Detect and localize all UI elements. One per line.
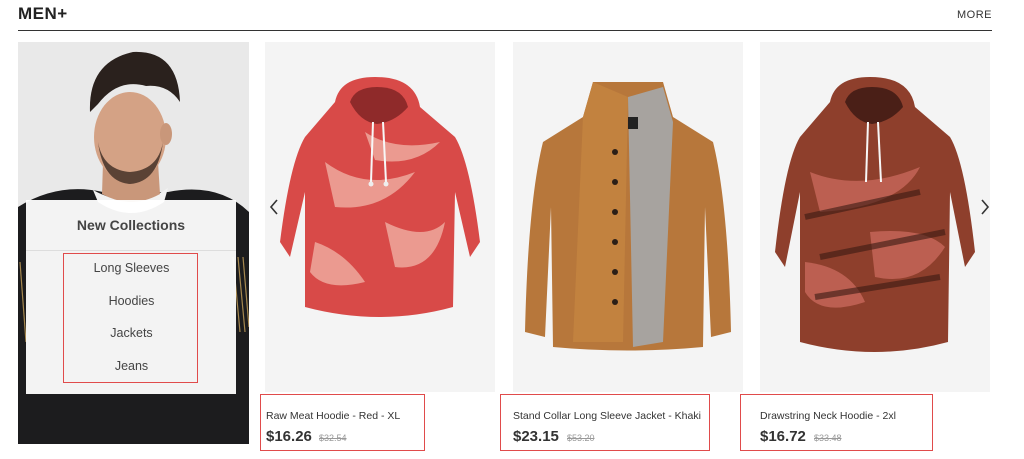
collection-link-jeans[interactable]: Jeans xyxy=(64,359,199,373)
section-title: MEN+ xyxy=(18,4,68,23)
collection-link-jackets[interactable]: Jackets xyxy=(64,326,199,340)
collections-links-box: Long Sleeves Hoodies Jackets Jeans xyxy=(63,253,198,383)
collections-panel: New Collections Long Sleeves Hoodies Jac… xyxy=(26,200,236,394)
product-price: $16.72 xyxy=(760,428,806,445)
product-image-1[interactable] xyxy=(265,42,495,392)
product-old-price: $32.54 xyxy=(319,433,347,443)
product-info-3: Drawstring Neck Hoodie - 2xl $16.72 $33.… xyxy=(740,394,933,451)
product-image-2[interactable] xyxy=(513,42,743,392)
product-name[interactable]: Raw Meat Hoodie - Red - XL xyxy=(266,410,400,422)
product-price: $16.26 xyxy=(266,428,312,445)
steak-hoodie-image xyxy=(775,77,975,352)
collections-divider xyxy=(26,250,236,251)
collection-link-long-sleeves[interactable]: Long Sleeves xyxy=(64,261,199,275)
product-name[interactable]: Drawstring Neck Hoodie - 2xl xyxy=(760,410,896,422)
product-info-2: Stand Collar Long Sleeve Jacket - Khaki … xyxy=(500,394,710,451)
product-info-1: Raw Meat Hoodie - Red - XL $16.26 $32.54 xyxy=(260,394,425,451)
chevron-left-icon xyxy=(269,199,278,215)
chevron-right-icon xyxy=(981,199,990,215)
product-old-price: $53.20 xyxy=(567,433,595,443)
carousel-prev-button[interactable] xyxy=(266,195,282,219)
product-price: $23.15 xyxy=(513,428,559,445)
collection-link-hoodies[interactable]: Hoodies xyxy=(64,294,199,308)
product-old-price: $33.48 xyxy=(814,433,842,443)
meat-hoodie-image xyxy=(280,77,480,317)
section-header: MEN+ MORE xyxy=(18,0,992,31)
more-link[interactable]: MORE xyxy=(957,9,992,21)
product-name[interactable]: Stand Collar Long Sleeve Jacket - Khaki xyxy=(513,410,701,422)
carousel-next-button[interactable] xyxy=(977,195,993,219)
collections-title: New Collections xyxy=(76,217,186,233)
product-image-3[interactable] xyxy=(760,42,990,392)
khaki-jacket-image xyxy=(525,82,731,351)
